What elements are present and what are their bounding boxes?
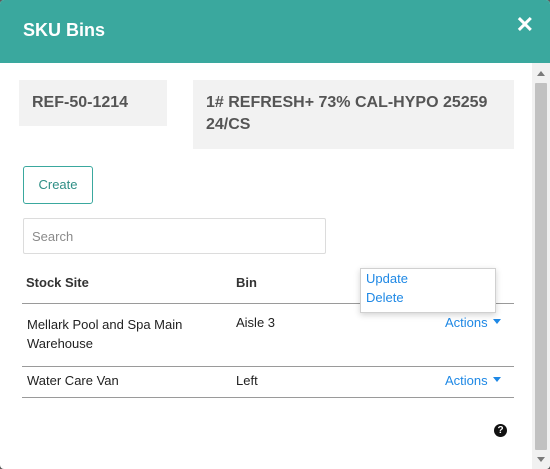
actions-label: Actions <box>445 373 488 388</box>
caret-down-icon <box>492 377 501 383</box>
modal-body: REF-50-1214 1# REFRESH+ 73% CAL-HYPO 252… <box>0 63 530 469</box>
row-divider <box>22 397 514 398</box>
scroll-up-arrow-icon[interactable] <box>537 71 545 76</box>
row-divider <box>22 366 514 367</box>
actions-label: Actions <box>445 315 488 330</box>
stock-site-cell: Water Care Van <box>27 373 119 388</box>
modal-title: SKU Bins <box>23 20 106 40</box>
update-menu-item[interactable]: Update <box>366 271 408 286</box>
actions-dropdown-toggle[interactable]: Actions <box>445 373 501 388</box>
bin-cell: Left <box>236 373 258 388</box>
column-header-stock-site: Stock Site <box>26 275 89 290</box>
column-header-bin: Bin <box>236 275 257 290</box>
create-button[interactable]: Create <box>23 166 93 204</box>
modal-header: SKU Bins ✕ <box>0 0 550 63</box>
actions-dropdown-menu: Update Delete <box>360 268 496 313</box>
scrollbar[interactable] <box>532 63 550 469</box>
sku-bins-modal: SKU Bins ✕ REF-50-1214 1# REFRESH+ 73% C… <box>0 0 550 469</box>
sku-description-field: 1# REFRESH+ 73% CAL-HYPO 25259 24/CS <box>193 80 514 149</box>
actions-dropdown-toggle[interactable]: Actions <box>445 315 501 330</box>
scroll-down-arrow-icon[interactable] <box>537 457 545 462</box>
help-icon[interactable]: ? <box>494 424 507 437</box>
sku-ref-field: REF-50-1214 <box>19 80 167 126</box>
close-icon[interactable]: ✕ <box>516 14 534 36</box>
scrollbar-thumb[interactable] <box>535 83 547 450</box>
delete-menu-item[interactable]: Delete <box>366 290 404 305</box>
stock-site-cell: Mellark Pool and Spa Main Warehouse <box>27 317 183 351</box>
bin-cell: Aisle 3 <box>236 315 276 330</box>
caret-down-icon <box>492 319 501 325</box>
search-input[interactable] <box>23 218 326 254</box>
